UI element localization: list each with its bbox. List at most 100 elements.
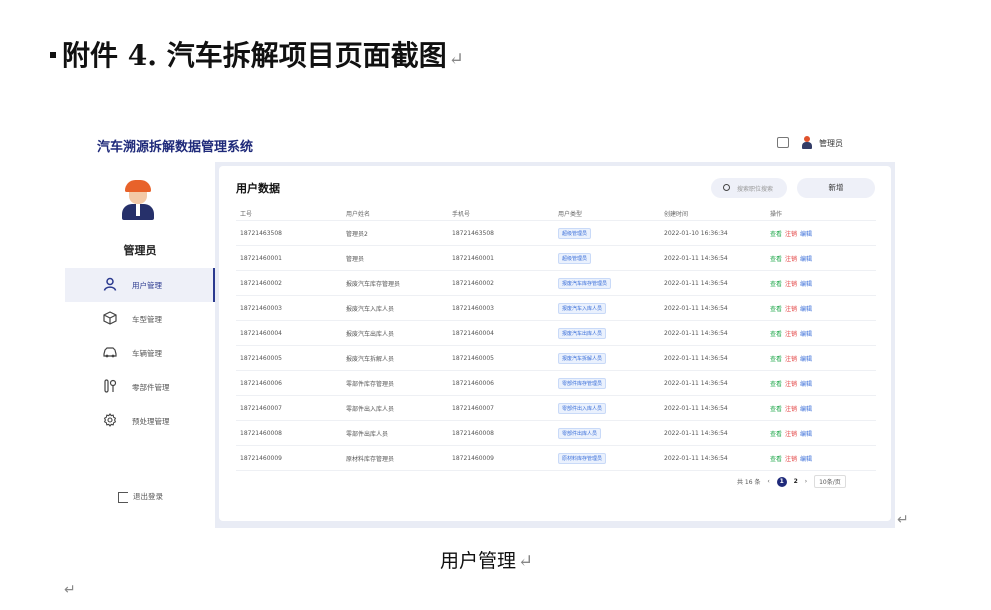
table-row: 18721460008 零部件出库人员 18721460008 零部件出库人员 2022… (236, 420, 876, 446)
header-user-name[interactable]: 管理员 (819, 138, 843, 149)
cube-icon (103, 311, 117, 325)
deactivate-button[interactable]: 注销 (785, 256, 797, 263)
bullet-mark (50, 51, 56, 58)
sidebar-item-preprocess[interactable]: 预处理管理 (65, 404, 215, 438)
cell-id: 18721460007 (236, 395, 342, 421)
column-header[interactable]: 用户姓名 (342, 206, 448, 221)
next-page-button[interactable]: › (805, 478, 807, 485)
cell-phone: 18721460003 (448, 295, 554, 321)
sidebar-item-models[interactable]: 车型管理 (65, 302, 215, 336)
sidebar-item-label: 零部件管理 (132, 383, 170, 392)
add-user-button[interactable]: 新增 (797, 178, 875, 198)
cell-phone: 18721460004 (448, 320, 554, 346)
view-button[interactable]: 查看 (770, 281, 782, 288)
edit-button[interactable]: 编辑 (800, 406, 812, 413)
sidebar-item-vehicles[interactable]: 车辆管理 (65, 336, 215, 370)
app-title: 汽车溯源拆解数据管理系统 (97, 140, 254, 155)
message-icon[interactable] (777, 137, 789, 148)
cell-id: 18721460006 (236, 370, 342, 396)
view-button[interactable]: 查看 (770, 381, 782, 388)
page-button-current[interactable]: 1 (776, 476, 787, 487)
table-row: 18721463508 管理员2 18721463508 超级管理员 2022-01-1… (236, 220, 876, 246)
document-heading: 附件 4. 汽车拆解项目页面截图 ↵ (50, 34, 464, 74)
sidebar-item-label: 预处理管理 (132, 417, 170, 426)
view-button[interactable]: 查看 (770, 231, 782, 238)
cell-name: 报废汽车拆解人员 (342, 345, 448, 371)
view-button[interactable]: 查看 (770, 256, 782, 263)
table-row: 18721460007 零部件出入库人员 18721460007 零部件出入库人员 20… (236, 395, 876, 421)
sidebar-menu: 用户管理 车型管理 车辆管理 零部件管理 预处理管理 (65, 268, 215, 438)
edit-button[interactable]: 编辑 (800, 231, 812, 238)
deactivate-button[interactable]: 注销 (785, 406, 797, 413)
column-header[interactable]: 用户类型 (554, 206, 660, 221)
deactivate-button[interactable]: 注销 (785, 281, 797, 288)
edit-button[interactable]: 编辑 (800, 381, 812, 388)
user-type-tag: 超级管理员 (558, 227, 592, 239)
view-button[interactable]: 查看 (770, 331, 782, 338)
view-button[interactable]: 查看 (770, 306, 782, 313)
gear-icon (103, 413, 117, 427)
view-button[interactable]: 查看 (770, 456, 782, 463)
sidebar-item-label: 用户管理 (132, 281, 162, 290)
paragraph-mark: ↵ (448, 49, 464, 70)
view-button[interactable]: 查看 (770, 431, 782, 438)
table-row: 18721460003 报废汽车入库人员 18721460003 报废汽车入库人员 20… (236, 295, 876, 321)
edit-button[interactable]: 编辑 (800, 431, 812, 438)
edit-button[interactable]: 编辑 (800, 306, 812, 313)
edit-button[interactable]: 编辑 (800, 331, 812, 338)
view-button[interactable]: 查看 (770, 356, 782, 363)
page-button[interactable]: 2 (794, 478, 798, 485)
page-size-select[interactable]: 10条/页 (814, 475, 846, 488)
sidebar-item-users[interactable]: 用户管理 (65, 268, 215, 302)
cell-created: 2022-01-11 14:36:54 (660, 420, 766, 446)
deactivate-button[interactable]: 注销 (785, 356, 797, 363)
sidebar-role-name: 管理员 (123, 244, 157, 257)
figure-caption: 用户管理 ↵ (440, 546, 533, 573)
user-type-tag: 报废汽车拆解人员 (558, 352, 607, 364)
prev-page-button[interactable]: ‹ (767, 478, 769, 485)
deactivate-button[interactable]: 注销 (785, 456, 797, 463)
deactivate-button[interactable]: 注销 (785, 306, 797, 313)
edit-button[interactable]: 编辑 (800, 256, 812, 263)
column-header[interactable]: 操作 (766, 206, 876, 221)
column-header[interactable]: 手机号 (448, 206, 554, 221)
cell-created: 2022-01-11 14:36:54 (660, 245, 766, 271)
user-type-tag: 报废汽车库存管理员 (558, 277, 612, 289)
deactivate-button[interactable]: 注销 (785, 381, 797, 388)
cell-type: 报废汽车库存管理员 (554, 270, 660, 296)
table-row: 18721460005 报废汽车拆解人员 18721460005 报废汽车拆解人员 20… (236, 345, 876, 371)
app-screenshot: 汽车溯源拆解数据管理系统 管理员 管理员 用户管理 车型管理 车辆管理 零部件管… (65, 128, 895, 528)
cell-type: 零部件库存管理员 (554, 370, 660, 396)
user-type-tag: 零部件库存管理员 (558, 377, 607, 389)
wrench-icon (104, 379, 117, 393)
edit-button[interactable]: 编辑 (800, 456, 812, 463)
cell-name: 原材料库存管理员 (342, 445, 448, 471)
cell-actions: 查看 注销 编辑 (766, 445, 876, 471)
cell-actions: 查看 注销 编辑 (766, 395, 876, 421)
cell-created: 2022-01-11 14:36:54 (660, 295, 766, 321)
cell-created: 2022-01-10 16:36:34 (660, 220, 766, 246)
edit-button[interactable]: 编辑 (800, 281, 812, 288)
user-type-tag: 原材料库存管理员 (558, 452, 607, 464)
deactivate-button[interactable]: 注销 (785, 331, 797, 338)
cell-actions: 查看 注销 编辑 (766, 320, 876, 346)
deactivate-button[interactable]: 注销 (785, 431, 797, 438)
column-header[interactable]: 工号 (236, 206, 342, 221)
app-header: 汽车溯源拆解数据管理系统 管理员 (65, 128, 895, 162)
column-header[interactable]: 创建时间 (660, 206, 766, 221)
edit-button[interactable]: 编辑 (800, 356, 812, 363)
user-icon[interactable] (801, 136, 813, 149)
search-input[interactable]: 搜索职位搜索 (711, 178, 787, 198)
cell-actions: 查看 注销 编辑 (766, 270, 876, 296)
cell-phone: 18721463508 (448, 220, 554, 246)
cell-id: 18721463508 (236, 220, 342, 246)
logout-button[interactable]: 退出登录 (118, 491, 163, 503)
logout-icon (118, 491, 128, 503)
deactivate-button[interactable]: 注销 (785, 231, 797, 238)
user-table: 工号 用户姓名 手机号 用户类型 创建时间 操作 18721463508 管理员2… (236, 206, 876, 471)
cell-name: 零部件出库人员 (342, 420, 448, 446)
heading-text: 附件 4. 汽车拆解项目页面截图 (62, 39, 447, 72)
view-button[interactable]: 查看 (770, 406, 782, 413)
sidebar-item-parts[interactable]: 零部件管理 (65, 370, 215, 404)
cell-id: 18721460004 (236, 320, 342, 346)
